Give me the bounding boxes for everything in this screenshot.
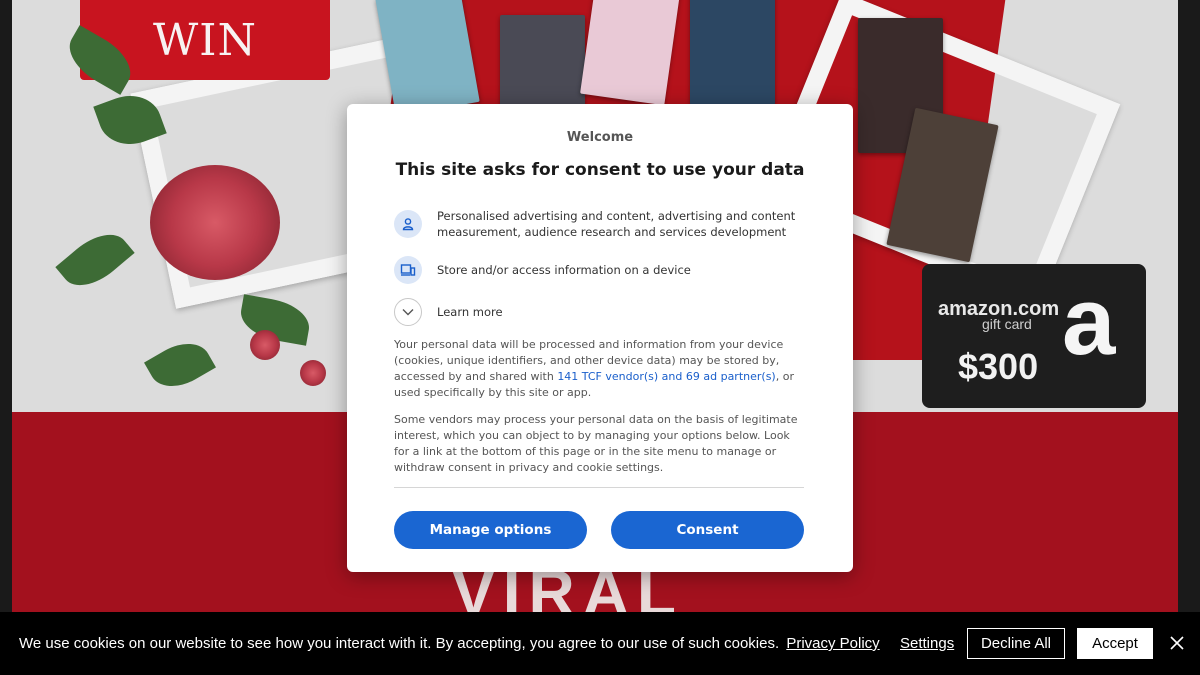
dialog-welcome: Welcome [566, 130, 634, 145]
manage-options-button[interactable]: Manage options [394, 511, 587, 549]
cookie-banner-message: We use cookies on our website to see how… [19, 635, 880, 652]
purpose-text: Store and/or access information on a dev… [437, 263, 691, 277]
close-icon[interactable] [1165, 631, 1189, 655]
decline-all-button[interactable]: Decline All [967, 628, 1065, 659]
purpose-item-advertising: Personalised advertising and content, ad… [394, 208, 807, 240]
data-processing-paragraph: Your personal data will be processed and… [394, 337, 806, 401]
cookie-banner-text: We use cookies on our website to see how… [19, 635, 780, 652]
legitimate-interest-paragraph: Some vendors may process your personal d… [394, 413, 798, 474]
device-icon [394, 256, 422, 284]
cookie-banner: We use cookies on our website to see how… [0, 612, 1200, 675]
learn-more-toggle[interactable]: Learn more [394, 298, 807, 326]
cookie-settings-link[interactable]: Settings [900, 635, 954, 652]
dialog-divider [394, 487, 804, 488]
purpose-item-storage: Store and/or access information on a dev… [394, 256, 807, 284]
dialog-title: This site asks for consent to use your d… [395, 160, 805, 180]
consent-dialog: Welcome This site asks for consent to us… [347, 104, 853, 572]
consent-button[interactable]: Consent [611, 511, 804, 549]
accept-button[interactable]: Accept [1077, 628, 1153, 659]
purpose-text: Personalised advertising and content, ad… [437, 209, 796, 239]
learn-more-label[interactable]: Learn more [437, 304, 807, 320]
vendors-link[interactable]: 141 TCF vendor(s) and 69 ad partner(s) [557, 370, 775, 383]
person-icon [394, 210, 422, 238]
chevron-down-icon[interactable] [394, 298, 422, 326]
privacy-policy-link[interactable]: Privacy Policy [786, 635, 879, 652]
